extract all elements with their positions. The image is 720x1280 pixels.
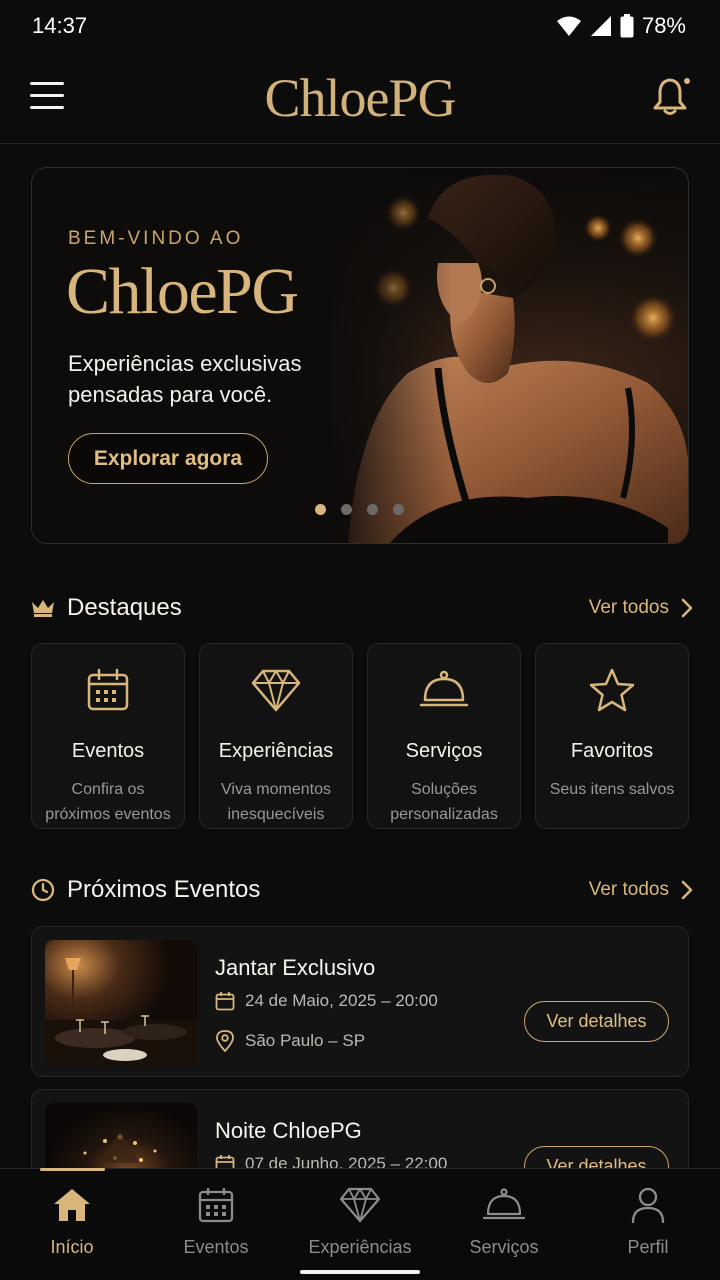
event-location-text: São Paulo – SP: [245, 1031, 366, 1050]
event-card[interactable]: Jantar Exclusivo 24 de Maio, 2025 – 20:0…: [31, 926, 689, 1077]
feature-icon-wrap: [251, 666, 301, 714]
highlight-card-eventos[interactable]: Eventos Confira os próximos eventos: [31, 643, 185, 829]
highlight-card-experiencias[interactable]: Experiências Viva momentos inesquecíveis: [199, 643, 353, 829]
event-date-text: 24 de Maio, 2025 – 20:00: [245, 991, 438, 1010]
carousel-dot[interactable]: [367, 504, 378, 515]
bottom-navigation: Início Eventos Experiências Serviços Per…: [0, 1168, 720, 1280]
see-all-label: Ver todos: [588, 879, 669, 900]
signal-icon: [590, 16, 611, 36]
status-time: 14:37: [32, 13, 88, 38]
events-title-group: Próximos Eventos: [31, 876, 260, 904]
app-logo: ChloePG: [264, 67, 456, 128]
event-details-button[interactable]: Ver detalhes: [524, 1001, 669, 1042]
see-all-label: Ver todos: [588, 597, 669, 618]
hero-eyebrow: BEM-VINDO AO: [68, 228, 244, 249]
highlight-title: Serviços: [405, 740, 483, 762]
chevron-right-icon: [681, 880, 693, 900]
nav-icon-wrap: [630, 1185, 666, 1225]
feature-icon-wrap: [86, 666, 130, 714]
nav-label: Início: [50, 1237, 94, 1257]
highlight-title: Experiências: [218, 740, 334, 762]
nav-item-eventos[interactable]: Eventos: [144, 1169, 288, 1280]
app-header: ChloePG: [0, 52, 720, 144]
nav-icon-wrap: [52, 1185, 92, 1225]
nav-label: Eventos: [183, 1237, 249, 1257]
carousel-dot[interactable]: [341, 504, 352, 515]
hamburger-line: [30, 94, 64, 97]
carousel-dots: [315, 504, 404, 515]
calendar-icon: [198, 1188, 234, 1223]
explore-now-button[interactable]: Explorar agora: [68, 433, 268, 484]
chevron-right-icon: [681, 598, 693, 618]
nav-item-experiencias[interactable]: Experiências: [288, 1169, 432, 1280]
nav-icon-wrap: [483, 1185, 525, 1225]
clock-icon: [31, 878, 55, 902]
app-screen: 14:37 78% ChloePG BEM-VINDO AO ChloePG E…: [0, 0, 720, 1280]
event-date: 24 de Maio, 2025 – 20:00: [215, 991, 438, 1011]
highlight-desc: Confira os próximos eventos: [45, 781, 171, 823]
event-location: São Paulo – SP: [215, 1030, 365, 1052]
cloche-icon: [419, 670, 469, 707]
event-title: Noite ChloePG: [215, 1118, 362, 1143]
calendar-icon: [215, 992, 235, 1011]
diamond-icon: [251, 669, 301, 712]
nav-label: Perfil: [627, 1237, 669, 1257]
highlights-title: Destaques: [67, 594, 182, 621]
nav-item-inicio[interactable]: Início: [0, 1169, 144, 1280]
highlights-title-group: Destaques: [31, 594, 182, 622]
hero-banner[interactable]: BEM-VINDO AO ChloePG Experiências exclus…: [31, 167, 689, 544]
highlights-header: Destaques Ver todos: [31, 590, 693, 626]
highlights-see-all-link[interactable]: Ver todos: [589, 597, 693, 619]
highlight-card-servicos[interactable]: Serviços Soluções personalizadas: [367, 643, 521, 829]
hamburger-line: [30, 106, 64, 109]
nav-item-servicos[interactable]: Serviços: [432, 1169, 576, 1280]
highlight-title: Eventos: [71, 740, 145, 762]
hero-subtitle: Experiências exclusivas pensadas para vo…: [68, 351, 302, 407]
nav-label: Experiências: [308, 1237, 412, 1257]
battery-percent: 78%: [641, 13, 686, 38]
nav-item-perfil[interactable]: Perfil: [576, 1169, 720, 1280]
home-icon: [54, 1189, 90, 1221]
carousel-dot[interactable]: [393, 504, 404, 515]
status-bar: 14:37 78%: [0, 0, 720, 52]
hero-title: ChloePG: [66, 255, 299, 328]
feature-icon-wrap: [419, 666, 469, 714]
highlights-grid: Eventos Confira os próximos eventos Expe…: [31, 643, 689, 829]
events-header: Próximos Eventos Ver todos: [31, 872, 693, 908]
highlight-desc: Viva momentos inesquecíveis: [221, 781, 331, 823]
highlight-desc: Seus itens salvos: [549, 781, 675, 798]
hamburger-icon: [30, 82, 64, 85]
highlight-card-favoritos[interactable]: Favoritos Seus itens salvos: [535, 643, 689, 829]
event-title: Jantar Exclusivo: [215, 955, 376, 980]
highlight-desc: Soluções personalizadas: [390, 781, 498, 823]
highlight-title: Favoritos: [570, 740, 654, 762]
restaurant-image: [45, 940, 197, 1066]
diamond-icon: [339, 1187, 381, 1223]
menu-button[interactable]: [30, 82, 66, 112]
nav-icon-wrap: [198, 1185, 234, 1225]
nav-label: Serviços: [469, 1237, 539, 1257]
user-icon: [631, 1187, 665, 1224]
star-icon: [589, 668, 635, 712]
system-home-handle[interactable]: [300, 1270, 420, 1274]
event-image: [45, 940, 197, 1066]
events-title: Próximos Eventos: [67, 876, 261, 903]
carousel-dot[interactable]: [315, 504, 326, 515]
cloche-icon: [483, 1188, 525, 1220]
notification-dot: [682, 76, 692, 86]
crown-icon: [32, 600, 54, 617]
wifi-icon: [556, 16, 581, 36]
events-see-all-link[interactable]: Ver todos: [589, 879, 693, 901]
status-icons: 78%: [556, 13, 686, 39]
nav-icon-wrap: [339, 1185, 381, 1225]
calendar-icon: [87, 668, 129, 711]
notifications-button[interactable]: [652, 76, 692, 118]
feature-icon-wrap: [588, 666, 636, 714]
battery-icon: [620, 14, 634, 38]
location-pin-icon: [216, 1030, 234, 1052]
